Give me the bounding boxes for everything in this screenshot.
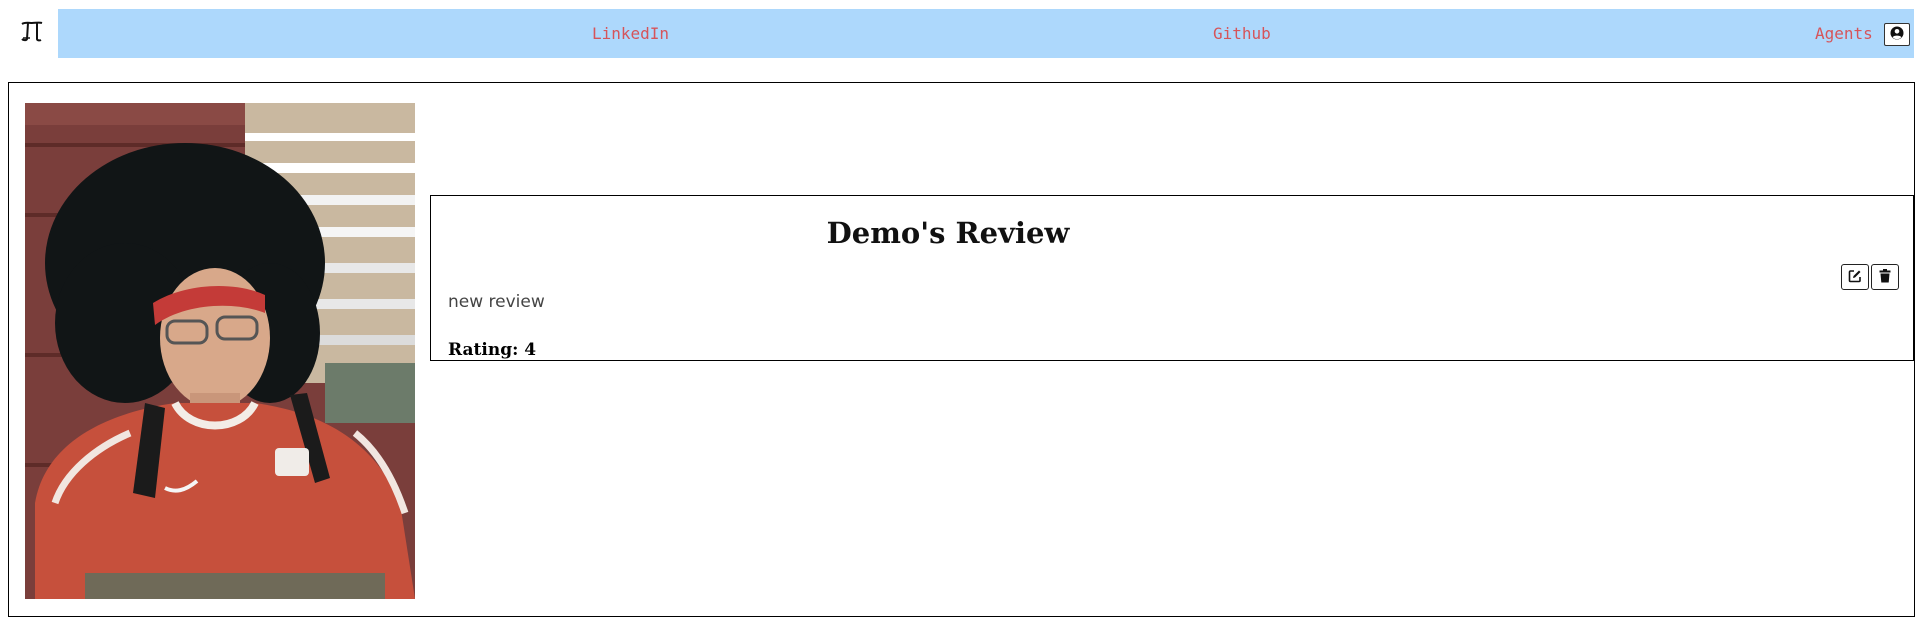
account-button[interactable] xyxy=(1884,23,1910,46)
trash-icon xyxy=(1879,268,1891,286)
reviewer-photo xyxy=(25,103,415,599)
review-card: Demo's Review new review Rating: 4 xyxy=(430,195,1914,361)
nav-bar: LinkedIn Github Agents xyxy=(58,9,1914,58)
delete-review-button[interactable] xyxy=(1871,264,1899,290)
nav-link-agents[interactable]: Agents xyxy=(1815,9,1873,58)
edit-review-button[interactable] xyxy=(1841,264,1869,290)
review-rating: Rating: 4 xyxy=(448,340,537,360)
review-panel: Demo's Review new review Rating: 4 xyxy=(8,82,1915,617)
review-body: new review xyxy=(448,292,545,312)
user-circle-icon xyxy=(1890,26,1904,43)
edit-icon xyxy=(1848,269,1862,286)
nav-link-linkedin[interactable]: LinkedIn xyxy=(592,9,669,58)
logo-icon[interactable] xyxy=(17,16,47,46)
top-bar: LinkedIn Github Agents xyxy=(0,0,1918,70)
review-title: Demo's Review xyxy=(826,216,1070,250)
nav-link-github[interactable]: Github xyxy=(1213,9,1271,58)
review-actions xyxy=(1841,264,1899,290)
